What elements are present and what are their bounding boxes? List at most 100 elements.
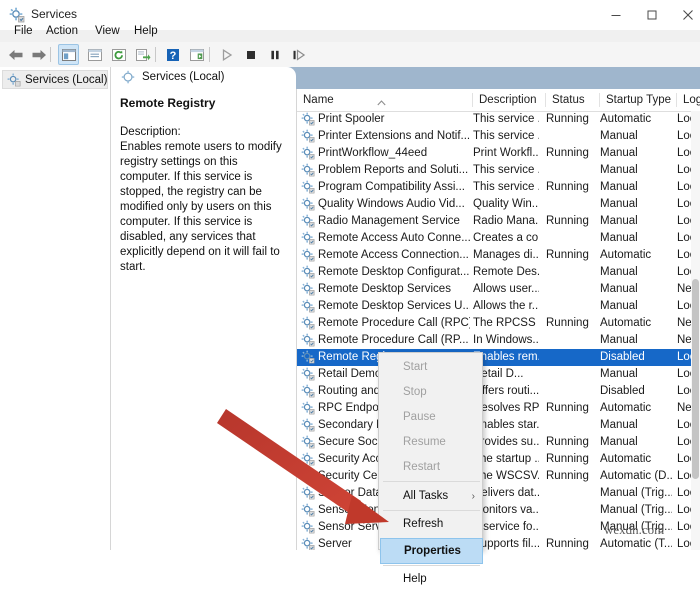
context-menu-item-all-tasks[interactable]: All Tasks ›	[380, 484, 483, 509]
cell-desc: The RPCSS ...	[473, 316, 539, 331]
service-detail-description: Enables remote users to modify registry …	[120, 140, 290, 275]
cell-name: Remote Desktop Services	[318, 282, 470, 297]
services-gear-icon	[301, 248, 315, 262]
cell-startup: Manual (Trig...	[600, 503, 672, 518]
cell-startup: Manual	[600, 163, 672, 178]
content-header-tab: Services (Local)	[111, 67, 296, 89]
table-row[interactable]: ServerSupports fil...RunningAutomatic (T…	[297, 536, 700, 550]
cell-startup: Automatic	[600, 401, 672, 416]
refresh-icon[interactable]	[108, 44, 129, 65]
start-service-icon[interactable]	[216, 44, 237, 65]
services-gear-icon	[7, 73, 21, 87]
context-menu-item-stop[interactable]: Stop	[380, 380, 483, 405]
context-menu-item-pause[interactable]: Pause	[380, 405, 483, 430]
toolbar: ?	[0, 42, 700, 68]
menu-view[interactable]: View	[89, 21, 126, 41]
cell-status: Running	[546, 180, 596, 195]
toolbar-separator	[155, 47, 156, 62]
table-row[interactable]: Sensor Monitoring ServiceMonitors va...M…	[297, 502, 700, 519]
column-header-log-on-as[interactable]: Log	[677, 89, 700, 111]
table-row[interactable]: Remote Desktop Configurat...Remote Des..…	[297, 264, 700, 281]
context-menu-item-help[interactable]: Help	[380, 567, 483, 592]
table-row[interactable]: Security CenterThe WSCSV...RunningAutoma…	[297, 468, 700, 485]
console-tree-pane: Services (Local)	[0, 67, 111, 550]
cell-startup: Automatic	[600, 316, 672, 331]
context-menu-item-all-tasks-label: All Tasks	[403, 490, 448, 502]
table-row[interactable]: Remote RegistryEnables rem...DisabledLoc	[297, 349, 700, 366]
table-row[interactable]: Remote Procedure Call (RPC)The RPCSS ...…	[297, 315, 700, 332]
services-gear-icon	[301, 146, 315, 160]
context-menu-item-refresh[interactable]: Refresh	[380, 512, 483, 537]
table-row[interactable]: Secondary LogonEnables star...ManualLoc	[297, 417, 700, 434]
table-row[interactable]: PrintWorkflow_44eedPrint Workfl...Runnin…	[297, 145, 700, 162]
cell-status: Running	[546, 435, 596, 450]
table-row[interactable]: Remote Desktop ServicesAllows user...Man…	[297, 281, 700, 298]
table-row[interactable]: Print SpoolerThis service ...RunningAuto…	[297, 111, 700, 128]
toolbar-separator	[209, 47, 210, 62]
table-row[interactable]: Program Compatibility Assi...This servic…	[297, 179, 700, 196]
show-hide-console-tree-icon[interactable]	[58, 44, 79, 65]
table-row[interactable]: RPC Endpoint MapperResolves RP...Running…	[297, 400, 700, 417]
menu-action[interactable]: Action	[40, 21, 84, 41]
menu-help[interactable]: Help	[128, 21, 164, 41]
context-menu-item-resume[interactable]: Resume	[380, 430, 483, 455]
show-hide-action-pane-icon[interactable]	[186, 44, 207, 65]
services-gear-icon	[301, 418, 315, 432]
stop-service-icon[interactable]	[240, 44, 261, 65]
table-row[interactable]: Radio Management ServiceRadio Mana...Run…	[297, 213, 700, 230]
cell-startup: Automatic (T...	[600, 537, 672, 550]
context-menu-item-start[interactable]: Start	[380, 355, 483, 380]
service-detail-title: Remote Registry	[120, 96, 215, 110]
list-rows: Print SpoolerThis service ... Running Auto…	[297, 111, 700, 550]
column-header-description[interactable]: Description	[473, 89, 546, 111]
cell-name: Remote Desktop Configurat...	[318, 265, 470, 280]
vertical-scrollbar[interactable]	[691, 111, 700, 550]
column-header-startup-type[interactable]: Startup Type	[600, 89, 677, 111]
forward-arrow-icon[interactable]	[28, 44, 49, 65]
cell-startup: Manual	[600, 146, 672, 161]
table-row[interactable]: Remote Desktop Services U...Allows the r…	[297, 298, 700, 315]
service-detail-pane: Remote Registry Description: Enables rem…	[111, 89, 297, 550]
column-header-status[interactable]: Status	[546, 89, 600, 111]
cell-startup: Automatic	[600, 452, 672, 467]
table-row[interactable]: Routing and Remote AccessOffers routi...…	[297, 383, 700, 400]
restart-service-icon[interactable]	[288, 44, 309, 65]
context-menu-item-restart[interactable]: Restart	[380, 455, 483, 480]
back-arrow-icon[interactable]	[5, 44, 26, 65]
table-row[interactable]: Remote Access Auto Conne...Creates a co.…	[297, 230, 700, 247]
table-row[interactable]: Printer Extensions and Notif...This serv…	[297, 128, 700, 145]
table-row[interactable]: Retail Demo ServiceRetail D...ManualLoc	[297, 366, 700, 383]
services-gear-icon	[301, 129, 315, 143]
menu-file[interactable]: File	[8, 21, 39, 41]
cell-startup: Manual	[600, 282, 672, 297]
table-row[interactable]: Security Accounts ManagerThe startup ...…	[297, 451, 700, 468]
toolbar-separator	[50, 47, 51, 62]
services-gear-icon	[301, 486, 315, 500]
cell-name: Print Spooler	[318, 112, 470, 127]
context-menu-item-properties[interactable]: Properties	[380, 538, 483, 564]
cell-desc: This service ...	[473, 112, 539, 127]
services-gear-icon	[301, 197, 315, 211]
services-gear-icon	[301, 180, 315, 194]
export-list-icon[interactable]	[132, 44, 153, 65]
table-row[interactable]: Sensor Data ServiceDelivers dat...Manual…	[297, 485, 700, 502]
services-gear-icon	[301, 112, 315, 126]
scrollbar-thumb[interactable]	[692, 279, 699, 479]
table-row[interactable]: Remote Procedure Call (RP...In Windows..…	[297, 332, 700, 349]
column-header-name[interactable]: Name	[297, 89, 473, 111]
content-header-label: Services (Local)	[142, 71, 224, 83]
help-icon[interactable]: ?	[162, 44, 183, 65]
table-row[interactable]: Problem Reports and Soluti...This servic…	[297, 162, 700, 179]
table-row[interactable]: Secure Socket Tunneling ...Provides su..…	[297, 434, 700, 451]
pause-service-icon[interactable]	[264, 44, 285, 65]
tree-item-label: Services (Local)	[25, 74, 107, 86]
chevron-right-icon: ›	[472, 484, 475, 509]
table-row[interactable]: Remote Access Connection...Manages di...…	[297, 247, 700, 264]
services-gear-icon	[301, 231, 315, 245]
cell-desc: Remote Des...	[473, 265, 539, 280]
cell-startup: Manual	[600, 435, 672, 450]
services-gear-icon	[301, 520, 315, 534]
tree-item-services-local[interactable]: Services (Local)	[2, 70, 108, 89]
table-row[interactable]: Quality Windows Audio Vid...Quality Win.…	[297, 196, 700, 213]
properties-window-icon[interactable]	[84, 44, 105, 65]
